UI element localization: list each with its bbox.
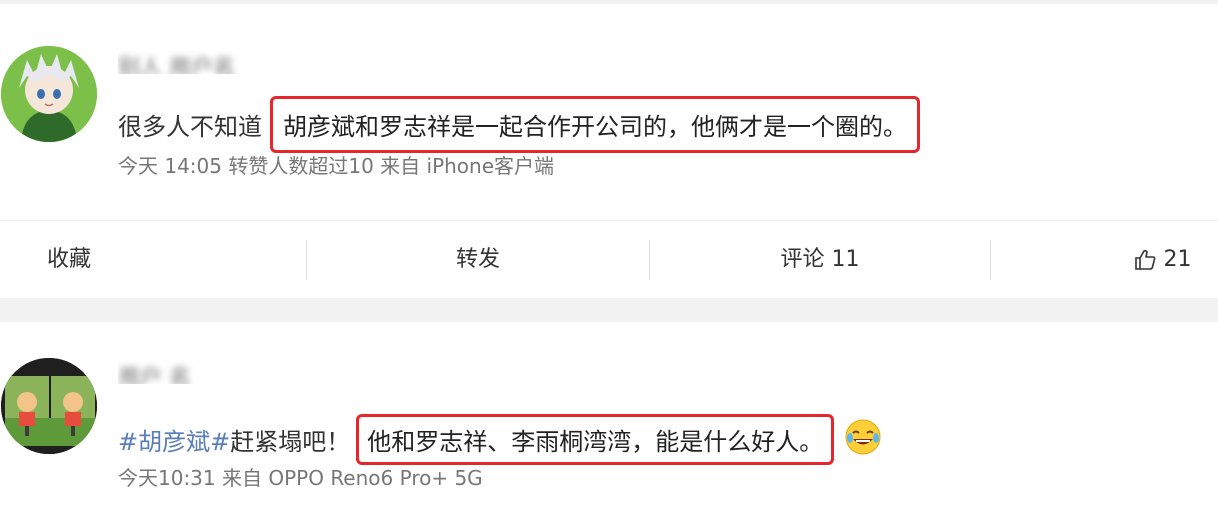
divider — [0, 220, 1218, 221]
weibo-post: 别人 用户名 很多人不知道 胡彦斌和罗志祥是一起合作开公司的，他俩才是一个圈的。 … — [0, 4, 1218, 298]
content-prefix: 很多人不知道 — [118, 113, 262, 141]
action-bar: 收藏 转发 评论 11 21 — [0, 238, 1218, 282]
highlighted-text: 胡彦斌和罗志祥是一起合作开公司的，他俩才是一个圈的。 — [270, 96, 920, 153]
highlighted-text: 他和罗志祥、李雨桐湾湾，能是什么好人。 — [356, 414, 835, 465]
avatar[interactable] — [1, 46, 97, 142]
avatar[interactable] — [1, 358, 97, 454]
avatar-image — [1, 46, 97, 142]
username-blurred[interactable]: 用户 名 — [118, 360, 238, 384]
repost-label: 转发 — [455, 247, 500, 272]
content-prefix: 赶紧塌吧！ — [230, 428, 351, 456]
collect-button[interactable]: 收藏 — [0, 238, 306, 282]
like-count: 21 — [1163, 247, 1192, 272]
laughing-tears-emoji — [844, 418, 882, 462]
post-meta: 今天10:31 来自 OPPO Reno6 Pro+ 5G — [118, 466, 483, 490]
post-content: 很多人不知道 胡彦斌和罗志祥是一起合作开公司的，他俩才是一个圈的。 — [118, 96, 920, 153]
comment-button[interactable]: 评论 11 — [650, 238, 990, 282]
avatar-image — [1, 358, 97, 454]
topic-link[interactable]: #胡彦斌# — [118, 428, 230, 456]
like-button[interactable]: 21 — [991, 238, 1218, 282]
collect-label: 收藏 — [46, 247, 91, 272]
weibo-post: 用户 名 #胡彦斌#赶紧塌吧！ 他和罗志祥、李雨桐湾湾，能是什么好人。 今天10:… — [0, 322, 1218, 532]
post-content: #胡彦斌#赶紧塌吧！ 他和罗志祥、李雨桐湾湾，能是什么好人。 — [118, 414, 882, 465]
thumbs-up-icon — [1134, 249, 1155, 270]
username-blurred[interactable]: 别人 用户名 — [118, 50, 338, 74]
post-meta: 今天 14:05 转赞人数超过10 来自 iPhone客户端 — [118, 154, 555, 178]
comment-label: 评论 11 — [780, 247, 860, 272]
repost-button[interactable]: 转发 — [307, 238, 649, 282]
